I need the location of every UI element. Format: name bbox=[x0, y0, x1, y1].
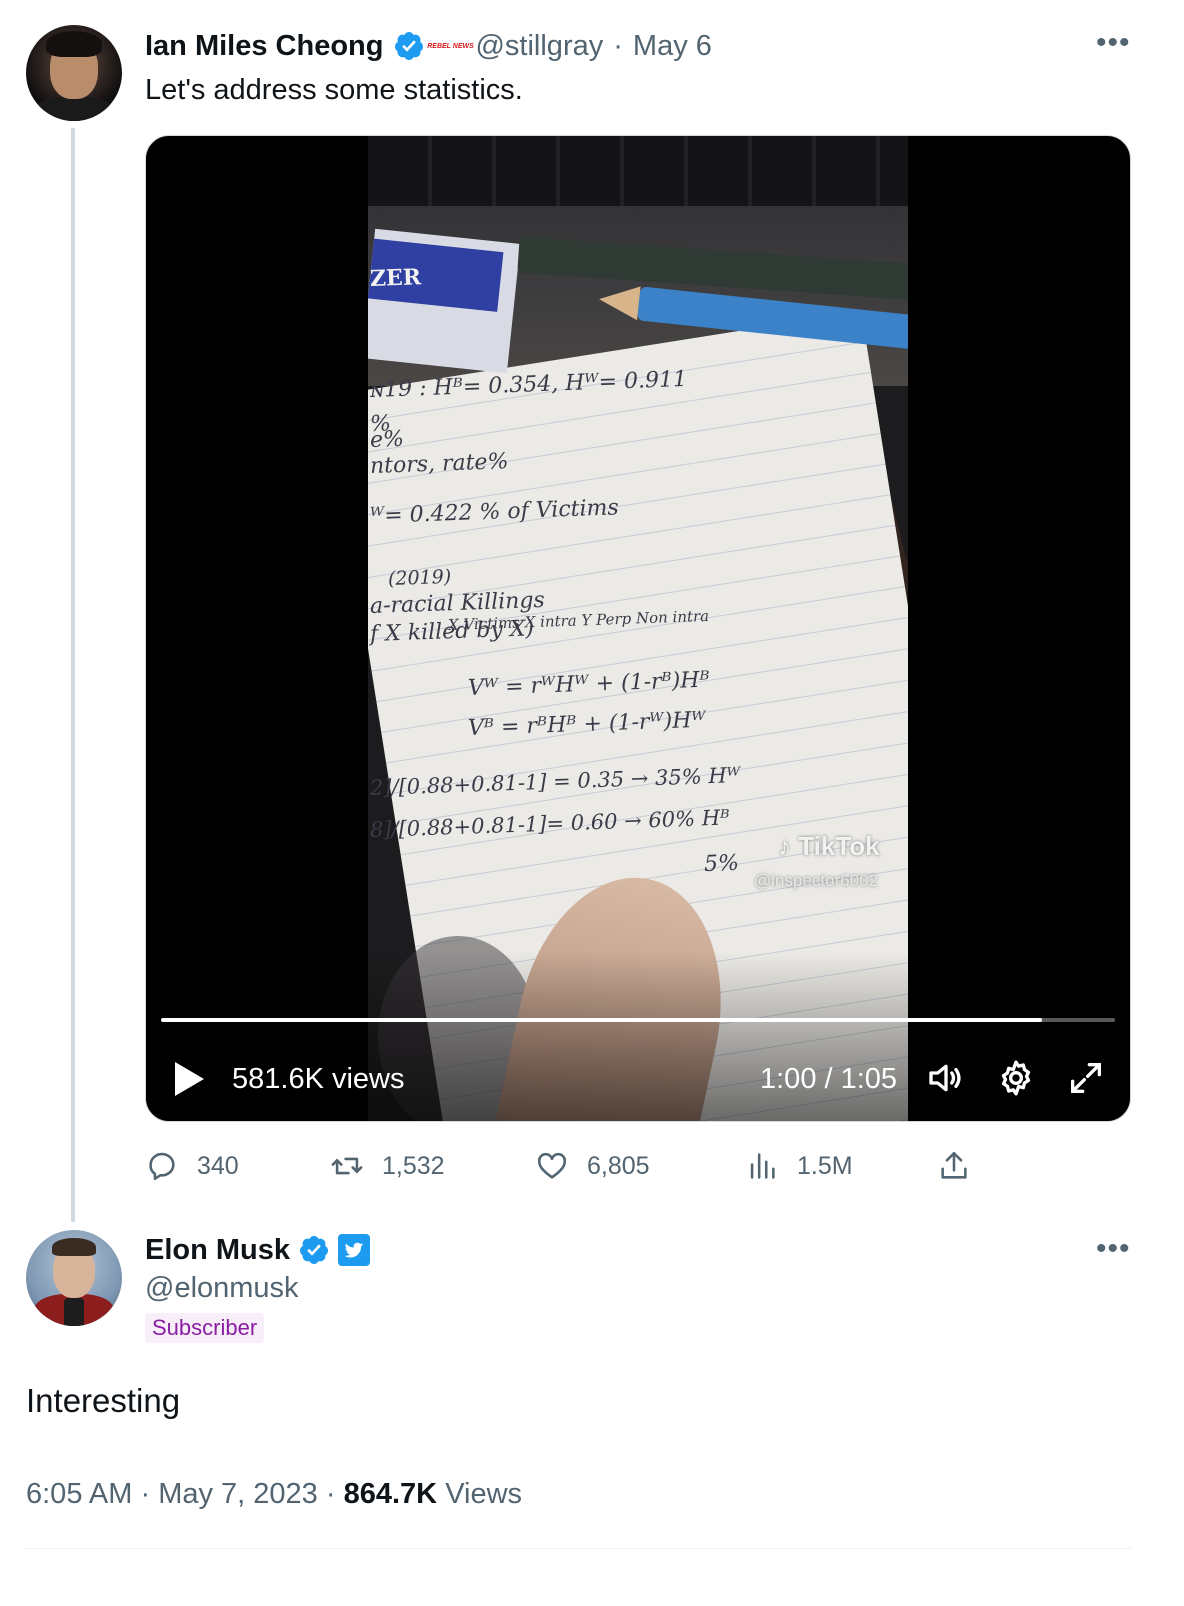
settings-gear-icon[interactable] bbox=[996, 1058, 1036, 1098]
video-progress-fill bbox=[161, 1018, 1042, 1022]
note-line: e% bbox=[369, 426, 405, 453]
main-tweet-text: Interesting bbox=[26, 1382, 181, 1419]
like-count: 6,805 bbox=[587, 1151, 650, 1180]
divider bbox=[26, 1548, 1132, 1549]
twitter-bird-icon bbox=[344, 1242, 364, 1258]
video-views-count: 581.6K views bbox=[232, 1063, 405, 1095]
author-name[interactable]: Ian Miles Cheong bbox=[145, 30, 383, 63]
share-button[interactable] bbox=[937, 1146, 971, 1186]
tweet-date[interactable]: May 6 bbox=[633, 30, 712, 63]
like-button[interactable]: 6,805 bbox=[535, 1146, 650, 1186]
video-eraser bbox=[368, 228, 521, 374]
reply-button[interactable]: 340 bbox=[145, 1146, 239, 1186]
author-name[interactable]: Elon Musk bbox=[145, 1234, 290, 1267]
share-icon bbox=[941, 1151, 967, 1179]
retweet-icon bbox=[331, 1157, 363, 1175]
play-icon[interactable] bbox=[172, 1060, 206, 1098]
reply-count: 340 bbox=[197, 1151, 239, 1180]
avatar-hair bbox=[46, 31, 102, 57]
views-count: 1.5M bbox=[797, 1151, 853, 1180]
twitter-affiliation-badge-icon[interactable] bbox=[338, 1234, 371, 1266]
author-handle[interactable]: @stillgray bbox=[475, 30, 603, 63]
tweet-views-label: Views bbox=[445, 1478, 523, 1510]
thread-connector-line bbox=[71, 128, 75, 1222]
video-progress-bar[interactable] bbox=[161, 1018, 1115, 1022]
separator-dot: · bbox=[325, 1478, 336, 1510]
video-player[interactable]: ZER ɴ19 : Hᴮ= 0.354, Hᵂ= 0.911 % e% ntor… bbox=[145, 135, 1131, 1122]
more-options-icon[interactable]: ••• bbox=[1096, 28, 1131, 58]
verified-badge-icon[interactable] bbox=[393, 30, 425, 62]
separator-dot: · bbox=[140, 1478, 151, 1510]
verified-badge-icon[interactable] bbox=[298, 1234, 330, 1266]
volume-icon[interactable] bbox=[926, 1058, 966, 1098]
video-keyboard bbox=[368, 136, 908, 206]
avatar-suit bbox=[34, 1294, 114, 1326]
fullscreen-icon[interactable] bbox=[1066, 1058, 1106, 1098]
note-line: (2019) bbox=[387, 565, 452, 590]
tweet-action-bar: 340 1,532 6,805 1.5M bbox=[0, 1146, 1184, 1186]
tweet-views-count[interactable]: 864.7K bbox=[344, 1478, 438, 1510]
avatar-hair bbox=[52, 1238, 96, 1256]
author-handle[interactable]: @elonmusk bbox=[145, 1272, 299, 1305]
video-time: 1:00 / 1:05 bbox=[760, 1063, 898, 1095]
tiktok-handle-watermark: @inspector6002 bbox=[754, 871, 879, 890]
tweet-date[interactable]: May 7, 2023 bbox=[158, 1478, 318, 1510]
tiktok-watermark: ♪ TikTok bbox=[778, 831, 880, 862]
quoted-tweet-header: Ian Miles Cheong REBEL NEWS @stillgray ·… bbox=[145, 26, 712, 66]
tweet-time[interactable]: 6:05 AM bbox=[26, 1478, 132, 1510]
separator-dot: · bbox=[613, 29, 623, 62]
note-line: 5% bbox=[703, 850, 740, 877]
views-button[interactable]: 1.5M bbox=[745, 1146, 853, 1186]
more-options-icon[interactable]: ••• bbox=[1096, 1234, 1131, 1264]
main-tweet-header: Elon Musk bbox=[145, 1230, 371, 1270]
heart-icon bbox=[537, 1152, 567, 1179]
retweet-count: 1,532 bbox=[382, 1151, 445, 1180]
avatar-ian-miles-cheong[interactable] bbox=[26, 25, 122, 121]
analytics-bars-icon bbox=[750, 1153, 775, 1179]
note-line: ZER bbox=[369, 264, 422, 292]
tiktok-logo-icon: ♪ bbox=[778, 831, 791, 861]
tiktok-brand-text: TikTok bbox=[798, 831, 880, 861]
affiliation-badge-text: REBEL NEWS bbox=[427, 42, 474, 50]
avatar-elon-musk[interactable] bbox=[26, 1230, 122, 1326]
avatar-shirt bbox=[32, 97, 116, 121]
retweet-button[interactable]: 1,532 bbox=[330, 1146, 445, 1186]
note-line: ntors, rate% bbox=[369, 449, 509, 479]
tweet-meta-line: 6:05 AM · May 7, 2023 · 864.7K Views bbox=[26, 1478, 522, 1511]
reply-icon bbox=[149, 1152, 175, 1181]
subscriber-badge[interactable]: Subscriber bbox=[145, 1313, 265, 1343]
quoted-tweet-text: Let's address some statistics. bbox=[145, 74, 523, 106]
rebel-news-affiliation-badge[interactable]: REBEL NEWS bbox=[427, 34, 474, 58]
